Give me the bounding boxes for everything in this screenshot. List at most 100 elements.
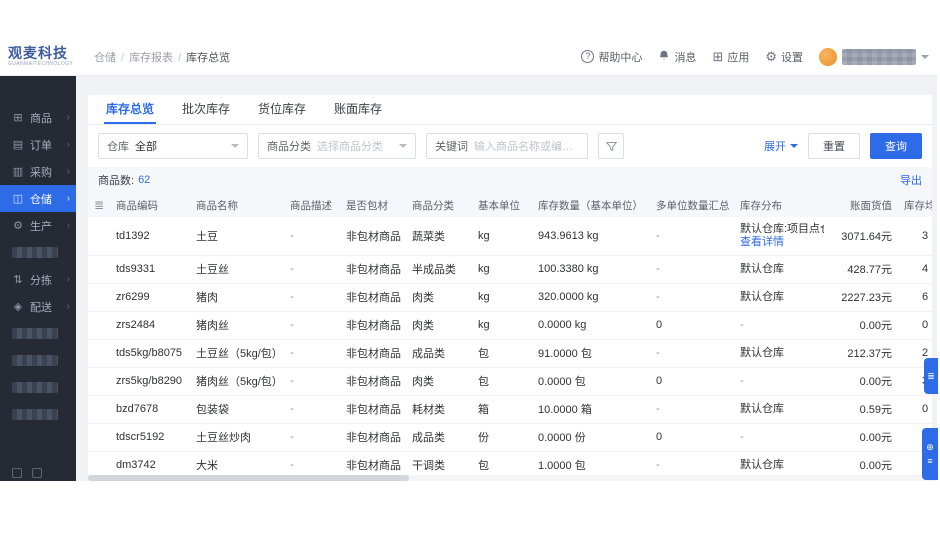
cell-code: zr6299: [110, 283, 190, 312]
expand-toggle[interactable]: 展开: [764, 138, 798, 154]
user-menu[interactable]: [819, 47, 929, 66]
cell-unit: kg: [472, 255, 532, 284]
tab-账面库存[interactable]: 账面库存: [320, 95, 396, 124]
expand-label: 展开: [764, 141, 786, 153]
helper-icon: ⊕: [926, 441, 934, 452]
column-header: 库存分布: [734, 193, 824, 217]
cell-qty: 91.0000 包: [532, 339, 650, 368]
sidebar-item-仓储[interactable]: ◫ 仓储 ›: [0, 185, 76, 212]
chevron-down-icon: [231, 144, 239, 148]
cell-select: [88, 217, 110, 256]
category-select[interactable]: 商品分类 选择商品分类: [258, 133, 416, 159]
tab-批次库存[interactable]: 批次库存: [168, 95, 244, 124]
sidebar: ⊞ 商品 › ▤ 订单 › ▥ 采购 › ◫ 仓储 › ⚙ 生产 › ⇅ 分拣 › ◈ 配送 ›: [0, 76, 76, 481]
filter-funnel-button[interactable]: [598, 133, 624, 159]
top-header: 观麦科技 GUANMAITECHNOLOGY 仓储 / 库存报表 / 库存总览 ? 帮助…: [0, 38, 937, 76]
cell-dist: 默认仓库: [734, 339, 824, 368]
sidebar-item-blurred[interactable]: [0, 401, 76, 428]
table-row[interactable]: tds9331 土豆丝 - 非包材商品 半成品类 kg 100.3380 kg - 默认仓库 42…: [88, 255, 932, 284]
table-row[interactable]: tds5kg/b8075 土豆丝（5kg/包） - 非包材商品 成品类包 91.0000 …: [88, 339, 932, 368]
distribution-text: -: [740, 430, 744, 443]
tasks-drawer-handle[interactable]: ≣: [924, 358, 938, 394]
sidebar-item-订单[interactable]: ▤ 订单 ›: [0, 131, 76, 158]
sidebar-item-blurred[interactable]: [0, 239, 76, 266]
settings-link[interactable]: ⚙ 设置: [765, 49, 803, 65]
cell-material: 非包材商品: [340, 339, 406, 368]
tab-货位库存[interactable]: 货位库存: [244, 95, 320, 124]
cell-select: [88, 283, 110, 312]
sidebar-item-采购[interactable]: ▥ 采购 ›: [0, 158, 76, 185]
app-body: ⊞ 商品 › ▤ 订单 › ▥ 采购 › ◫ 仓储 › ⚙ 生产 › ⇅ 分拣 › ◈ 配送 › 库存总览 批次库存 货位库…: [0, 76, 937, 481]
cell-avg: 4: [898, 255, 932, 284]
column-header: 商品编码: [110, 193, 190, 217]
keyword-placeholder: 输入商品名称或编码搜索: [474, 141, 579, 153]
sorting-icon: ⇅: [13, 274, 23, 286]
cell-code: tds5kg/b8075: [110, 339, 190, 368]
cell-value: 0.00元: [824, 311, 898, 340]
cell-unit: kg: [472, 283, 532, 312]
column-header: 是否包材: [340, 193, 406, 217]
app-logo[interactable]: 观麦科技 GUANMAITECHNOLOGY: [0, 46, 86, 68]
apps-label: 应用: [727, 51, 750, 64]
cell-select: [88, 339, 110, 368]
scrollbar-thumb[interactable]: [88, 475, 409, 481]
cell-category: 半成品类: [406, 255, 472, 284]
table-row[interactable]: zrs2484 猪肉丝 - 非包材商品 肉类 kg 0.0000 kg 0-0.00元 0: [88, 311, 932, 340]
apps-link[interactable]: ⊞ 应用: [712, 49, 749, 65]
sidebar-item-分拣[interactable]: ⇅ 分拣 ›: [0, 266, 76, 293]
category-placeholder: 选择商品分类: [317, 141, 383, 153]
table-row[interactable]: zrs5kg/b8290 猪肉丝（5kg/包） - 非包材商品 肉类包 0.0000 包0…: [88, 367, 932, 396]
cell-qty: 100.3380 kg: [532, 255, 650, 284]
help-icon: ?: [581, 50, 595, 63]
cell-material: 非包材商品: [340, 283, 406, 312]
breadcrumb-item[interactable]: 仓储: [94, 52, 116, 64]
blur-mosaic: [12, 328, 58, 339]
cell-code: td1392: [110, 217, 190, 256]
sidebar-item-生产[interactable]: ⚙ 生产 ›: [0, 212, 76, 239]
column-settings[interactable]: ≣: [88, 193, 110, 217]
cell-category: 蔬菜类: [406, 217, 472, 256]
user-name-blurred: [842, 48, 916, 65]
cell-category: 肉类: [406, 283, 472, 312]
chevron-down-icon: [399, 144, 407, 148]
cell-dist: -: [734, 367, 824, 396]
table-row[interactable]: tdscr5192土豆丝炒肉-非包材商品成品类份0.0000 份0-0.00元6: [88, 423, 932, 452]
help-center-link[interactable]: ? 帮助中心: [581, 49, 642, 65]
breadcrumb-separator: /: [121, 51, 125, 64]
sidebar-item-blurred[interactable]: [0, 320, 76, 347]
inventory-table: ≣ 商品编码 商品名称 商品描述 是否包材 商品分类 基本单位 库存数量（基本单位） 多单位数量…: [88, 193, 932, 481]
cell-multi: -: [650, 339, 734, 368]
breadcrumb-item[interactable]: 库存报表: [129, 52, 173, 64]
cell-value: 428.77元: [824, 255, 898, 284]
table-row[interactable]: bzd7678 包装袋 - 非包材商品 耗材类箱 10.0000 箱 - 默认仓库 0.59元 0: [88, 395, 932, 424]
chevron-right-icon: ›: [66, 193, 70, 204]
sidebar-item-商品[interactable]: ⊞ 商品 ›: [0, 104, 76, 131]
messages-link[interactable]: 消息: [658, 49, 696, 65]
column-header: 商品分类: [406, 193, 472, 217]
product-count: 62: [138, 174, 151, 186]
sidebar-item-配送[interactable]: ◈ 配送 ›: [0, 293, 76, 320]
sidebar-item-blurred[interactable]: [0, 347, 76, 374]
chevron-right-icon: ›: [66, 139, 70, 150]
reset-button[interactable]: 重置: [808, 133, 860, 159]
cell-material: 非包材商品: [340, 217, 406, 256]
search-button[interactable]: 查询: [870, 133, 922, 159]
sidebar-item-blurred[interactable]: [0, 374, 76, 401]
table-row[interactable]: zr6299 猪肉 - 非包材商品 肉类 kg 320.0000 kg - 默认仓库 2227.2…: [88, 283, 932, 312]
view-details-link[interactable]: 查看详情: [740, 236, 784, 249]
tab-库存总览[interactable]: 库存总览: [92, 95, 168, 124]
warehouse-select[interactable]: 仓库 全部: [98, 133, 248, 159]
table-row[interactable]: td1392土豆-非包材商品蔬菜类kg943.9613 kg-默认仓库:项目点仓…: [88, 217, 932, 256]
sidebar-item-label: 订单: [30, 139, 52, 152]
cell-multi: -: [650, 395, 734, 424]
menu-icon[interactable]: [32, 468, 42, 478]
column-header: 基本单位: [472, 193, 532, 217]
keyword-input[interactable]: 关键词 输入商品名称或编码搜索: [426, 133, 588, 159]
export-link[interactable]: 导出: [900, 172, 922, 188]
column-header: 账面货值: [824, 193, 898, 217]
collapse-icon[interactable]: [12, 468, 22, 478]
helper-widget-handle[interactable]: ⊕ ≡: [922, 428, 938, 480]
gear-icon: ⚙: [765, 49, 777, 64]
sidebar-item-label: 商品: [30, 112, 52, 125]
horizontal-scrollbar[interactable]: [88, 475, 932, 481]
